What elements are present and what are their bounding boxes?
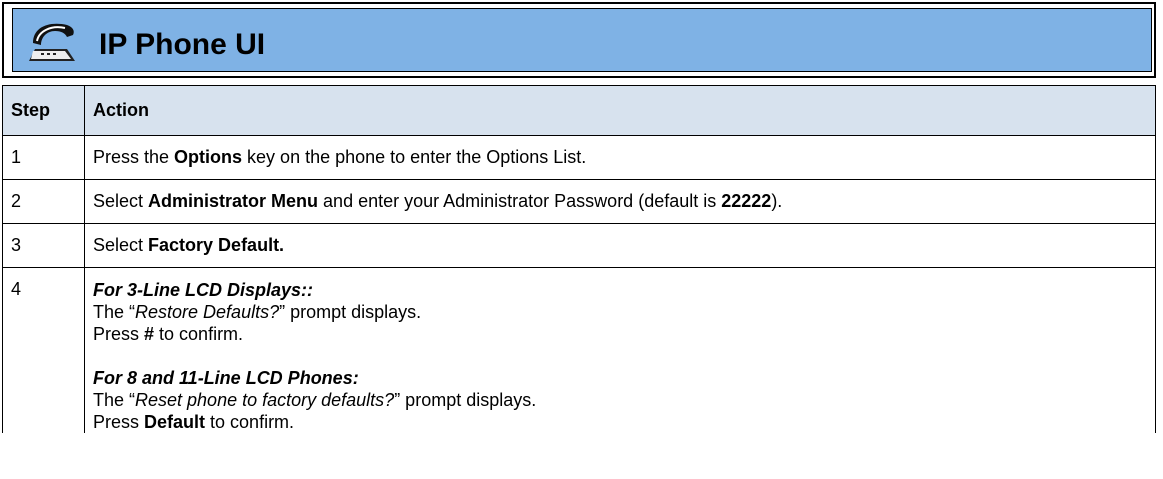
action-cell: Select Administrator Menu and enter your… — [84, 179, 1156, 224]
step-number: 1 — [2, 135, 85, 180]
step-number: 4 — [2, 267, 85, 433]
options-key-label: Options — [174, 147, 243, 167]
factory-default-label: Factory Default. — [148, 235, 285, 255]
step-number: 3 — [2, 223, 85, 268]
default-password: 22222 — [721, 191, 772, 211]
banner-background: IP Phone UI — [12, 8, 1152, 72]
table-row: 3 Select Factory Default. — [2, 223, 1156, 268]
steps-table: Step Action 1 Press the Options key on t… — [2, 85, 1156, 433]
table-row: 4 For 3-Line LCD Displays:: The “Restore… — [2, 267, 1156, 433]
eleven-line-confirm-line: Press Default to confirm. — [93, 412, 295, 432]
eleven-line-heading: For 8 and 11-Line LCD Phones: — [93, 368, 359, 388]
page-title: IP Phone UI — [99, 28, 266, 61]
admin-menu-label: Administrator Menu — [148, 191, 319, 211]
action-column-header: Action — [84, 85, 1156, 136]
action-cell: Select Factory Default. — [84, 223, 1156, 268]
desk-phone-icon — [29, 23, 75, 61]
three-line-prompt-line: The “Restore Defaults?” prompt displays. — [93, 302, 422, 322]
action-cell: For 3-Line LCD Displays:: The “Restore D… — [84, 267, 1156, 433]
table-row: 1 Press the Options key on the phone to … — [2, 135, 1156, 180]
three-line-heading: For 3-Line LCD Displays:: — [93, 280, 314, 300]
table-header-row: Step Action — [2, 85, 1156, 136]
three-line-confirm-line: Press # to confirm. — [93, 324, 244, 344]
section-banner: IP Phone UI — [2, 2, 1156, 78]
action-cell: Press the Options key on the phone to en… — [84, 135, 1156, 180]
table-row: 2 Select Administrator Menu and enter yo… — [2, 179, 1156, 224]
eleven-line-prompt-line: The “Reset phone to factory defaults?” p… — [93, 390, 537, 410]
step-column-header: Step — [2, 85, 85, 136]
step-number: 2 — [2, 179, 85, 224]
